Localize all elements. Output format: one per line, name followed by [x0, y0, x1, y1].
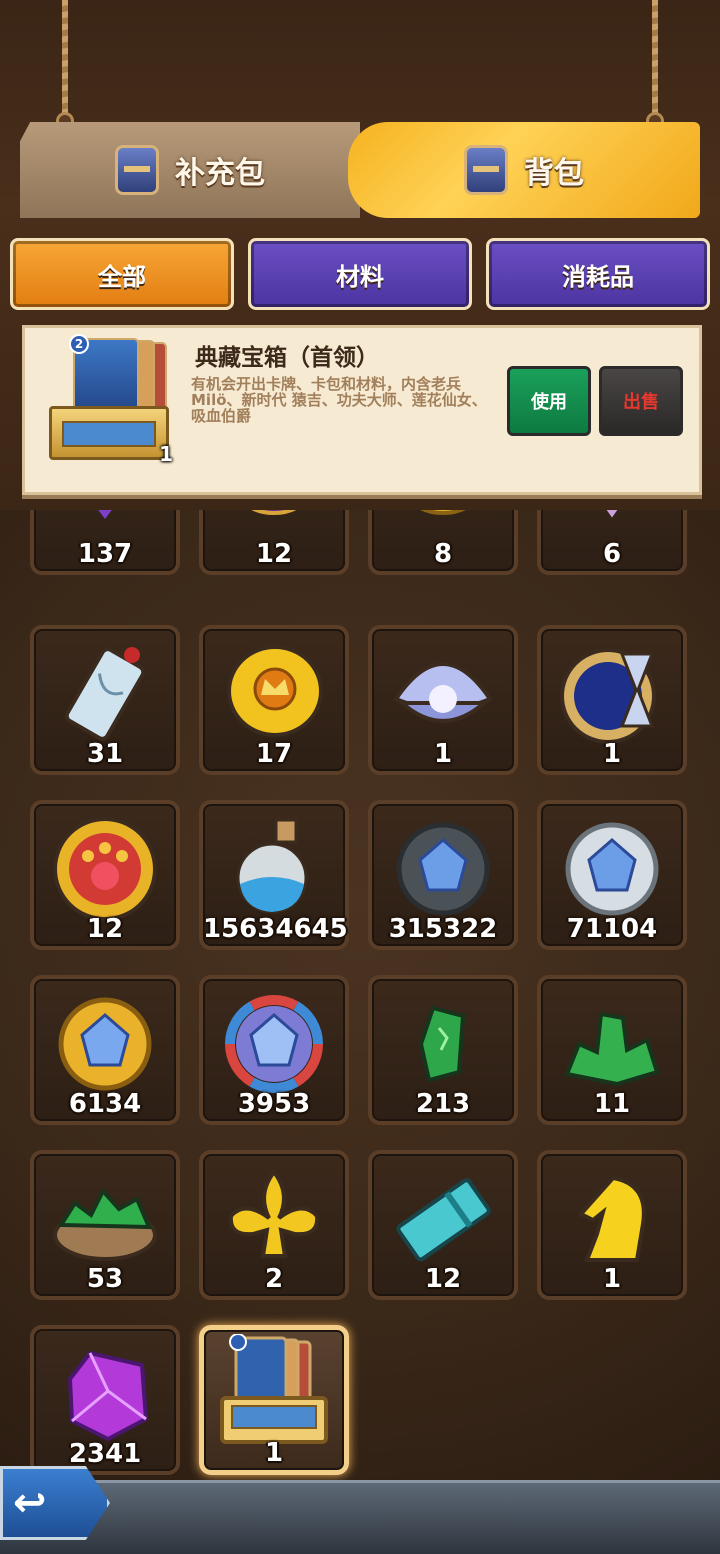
- inventory-tile[interactable]: 31: [30, 625, 180, 775]
- tab-supply-pack[interactable]: 补充包: [20, 122, 360, 218]
- item-count: 53: [86, 1264, 124, 1294]
- back-arrow-icon: ↩: [13, 1480, 47, 1526]
- inventory-tile[interactable]: 71104: [537, 800, 687, 950]
- filter-tab-consumables-label: 消耗品: [562, 262, 634, 291]
- item-detail-panel: 2 1 典藏宝箱（首领） 有机会开出卡牌、卡包和材料，内含老兵Milö、新时代 …: [22, 325, 702, 495]
- treasure-chest-icon: [220, 1334, 328, 1445]
- gold-gem-orb-icon: [58, 997, 152, 1091]
- inventory-tile[interactable]: 17: [199, 625, 349, 775]
- inventory-tile[interactable]: 1: [368, 625, 518, 775]
- item-detail-count: 1: [159, 442, 173, 466]
- gold-crown-coin-icon: [227, 645, 323, 738]
- purple-gem-icon: [98, 510, 112, 520]
- item-count: 1: [433, 739, 453, 769]
- item-count: 3953: [237, 1089, 311, 1119]
- item-count: 2341: [68, 1439, 142, 1469]
- hourglass-clock-icon: [560, 648, 656, 745]
- item-count: 6134: [68, 1089, 142, 1119]
- bottom-bar: [0, 1480, 720, 1554]
- item-count: 12: [424, 1264, 462, 1294]
- dark-gem-orb-icon: [396, 822, 490, 916]
- item-count: 1: [602, 1264, 622, 1294]
- card-level-badge: 2: [69, 334, 89, 354]
- green-crystal-pile-icon: [564, 1011, 660, 1087]
- item-count: 315322: [388, 914, 498, 944]
- gold-fleur-icon: [228, 1169, 320, 1259]
- inventory-tile[interactable]: 12: [30, 800, 180, 950]
- chest-icon: [115, 145, 159, 195]
- item-count: 8: [433, 539, 453, 569]
- inventory-tile[interactable]: 3953: [199, 975, 349, 1125]
- inventory-tile[interactable]: 6134: [30, 975, 180, 1125]
- green-crystal-icon: [418, 1005, 466, 1083]
- silver-gem-orb-icon: [565, 822, 659, 916]
- tab-backpack[interactable]: 背包: [348, 122, 700, 218]
- item-count: 17: [255, 739, 293, 769]
- inventory-tile[interactable]: 8: [368, 510, 518, 575]
- talisman-card-icon: [64, 647, 146, 742]
- inventory-tile[interactable]: 53: [30, 1150, 180, 1300]
- filter-tab-all[interactable]: 全部: [10, 238, 234, 310]
- item-count: 31: [86, 739, 124, 769]
- filter-tabs: 全部 材料 消耗品: [10, 238, 710, 310]
- paw-ruby-coin-icon: [53, 817, 157, 922]
- inventory-tile[interactable]: 2341: [30, 1325, 180, 1475]
- purple-orb-icon: [250, 510, 298, 516]
- item-count: 2: [264, 1264, 284, 1294]
- item-detail-thumbnail: 2 1: [47, 334, 173, 466]
- item-count: 11: [593, 1089, 631, 1119]
- inventory-tile[interactable]: 2: [199, 1150, 349, 1300]
- inventory-tile[interactable]: 12: [199, 510, 349, 575]
- tab-backpack-label: 背包: [524, 156, 584, 191]
- main-tabs: 补充包 背包: [20, 122, 700, 218]
- item-count: 137: [77, 539, 133, 569]
- filter-tab-materials-label: 材料: [336, 262, 384, 291]
- inventory-tile[interactable]: 12: [368, 1150, 518, 1300]
- use-button[interactable]: 使用: [507, 366, 591, 436]
- blue-ticket-icon: [396, 1178, 491, 1262]
- rope-left: [62, 0, 68, 120]
- purple-crystal-icon: [67, 1351, 149, 1442]
- chest-icon: [464, 145, 508, 195]
- inventory-tile-selected[interactable]: 1: [199, 1325, 349, 1475]
- item-count: 6: [602, 539, 622, 569]
- item-count: 12: [255, 539, 293, 569]
- inventory-grid: 31 17 1 1 12 15634645 315322 71104 6134 …: [30, 625, 690, 1475]
- inventory-partial-row: 137 12 8 6: [30, 510, 690, 575]
- inventory-tile[interactable]: 11: [537, 975, 687, 1125]
- item-detail-description: 有机会开出卡牌、卡包和材料，内含老兵Milö、新时代 猿吉、功夫大师、莲花仙女、…: [191, 375, 487, 425]
- item-count: 15634645: [203, 914, 348, 944]
- rainbow-gem-icon: [606, 510, 618, 518]
- item-count: 1: [264, 1438, 284, 1468]
- gold-coin-icon: [419, 510, 467, 516]
- item-count: 12: [86, 914, 124, 944]
- item-detail-title: 典藏宝箱（首领）: [195, 345, 379, 371]
- pearl-shell-icon: [392, 662, 494, 724]
- inventory-tile[interactable]: 137: [30, 510, 180, 575]
- inventory-tile[interactable]: 213: [368, 975, 518, 1125]
- item-count: 213: [415, 1089, 471, 1119]
- gold-knight-icon: [577, 1176, 646, 1263]
- rope-right: [652, 0, 658, 120]
- inventory-tile[interactable]: 1: [537, 1150, 687, 1300]
- tab-supply-pack-label: 补充包: [175, 156, 265, 191]
- item-count: 1: [602, 739, 622, 769]
- inventory-tile[interactable]: 6: [537, 510, 687, 575]
- inventory-grid-area[interactable]: 137 12 8 6 31 17 1 1 12 15634645 315322 …: [0, 510, 720, 1480]
- filter-tab-materials[interactable]: 材料: [248, 238, 472, 310]
- blue-sand-bottle-icon: [236, 818, 308, 914]
- filter-tab-consumables[interactable]: 消耗品: [486, 238, 710, 310]
- inventory-tile[interactable]: 15634645: [199, 800, 349, 950]
- sell-button[interactable]: 出售: [599, 366, 683, 436]
- rainbow-gem-orb-icon: [225, 995, 323, 1094]
- inventory-tile[interactable]: 1: [537, 625, 687, 775]
- item-count: 71104: [566, 914, 658, 944]
- green-crystal-sack-icon: [53, 1187, 157, 1262]
- chest-base-icon: [49, 406, 169, 460]
- inventory-tile[interactable]: 315322: [368, 800, 518, 950]
- filter-tab-all-label: 全部: [98, 262, 146, 291]
